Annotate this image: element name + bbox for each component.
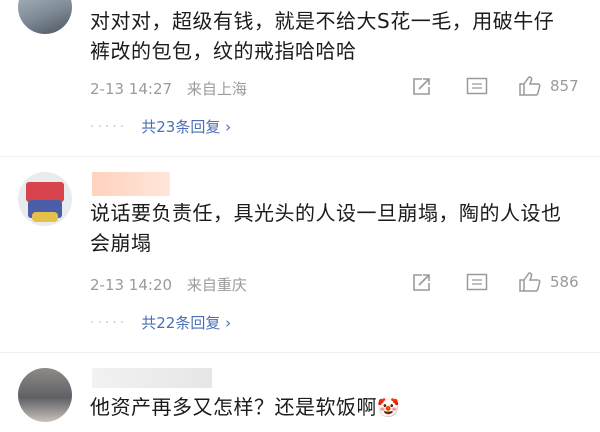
comment-date: 2-13 14:20 (90, 276, 173, 294)
avatar[interactable] (18, 172, 72, 226)
comment-meta: 2-13 14:27 来自上海 (90, 78, 257, 99)
like-icon (519, 76, 541, 96)
comment-date: 2-13 14:27 (90, 80, 173, 98)
like-icon (519, 272, 541, 292)
replies-label: 共22条回复 › (141, 314, 232, 332)
view-replies-link[interactable]: ····· 共23条回复 › (90, 116, 231, 137)
share-button[interactable] (410, 272, 432, 294)
comment-text: 说话要负责任，具光头的人设一旦崩塌，陶的人设也会崩塌 (90, 201, 562, 255)
comment-location: 来自上海 (186, 80, 247, 98)
like-button[interactable]: 857 (518, 75, 579, 97)
view-replies-link[interactable]: ····· 共22条回复 › (90, 312, 231, 333)
divider (0, 352, 600, 353)
comment-text: 他资产再多又怎样？还是软饭啊🤡 (90, 392, 570, 424)
username-redacted[interactable] (92, 368, 212, 388)
dots: ····· (90, 314, 128, 331)
comment-icon (466, 273, 488, 291)
comment-icon (466, 77, 488, 95)
comment-text-body: 他资产再多又怎样？还是软饭啊 (90, 395, 377, 419)
avatar[interactable] (18, 0, 72, 34)
share-icon (413, 274, 430, 291)
like-button[interactable]: 586 (518, 271, 579, 293)
divider (0, 156, 600, 157)
comment-button[interactable] (466, 77, 488, 97)
comment-button[interactable] (466, 273, 488, 293)
comment-location: 来自重庆 (186, 276, 247, 294)
share-button[interactable] (410, 76, 432, 98)
comment-meta: 2-13 14:20 来自重庆 (90, 274, 257, 295)
like-count: 857 (550, 77, 579, 95)
dots: ····· (90, 118, 128, 135)
comment-text: 对对对，超级有钱，就是不给大S花一毛，用破牛仔裤改的包包，纹的戒指哈哈哈 (90, 9, 555, 63)
username-redacted[interactable] (92, 172, 170, 196)
clown-emoji-icon: 🤡 (377, 398, 400, 419)
avatar[interactable] (18, 368, 72, 422)
share-icon (413, 78, 430, 95)
like-count: 586 (550, 273, 579, 291)
replies-label: 共23条回复 › (141, 118, 232, 136)
